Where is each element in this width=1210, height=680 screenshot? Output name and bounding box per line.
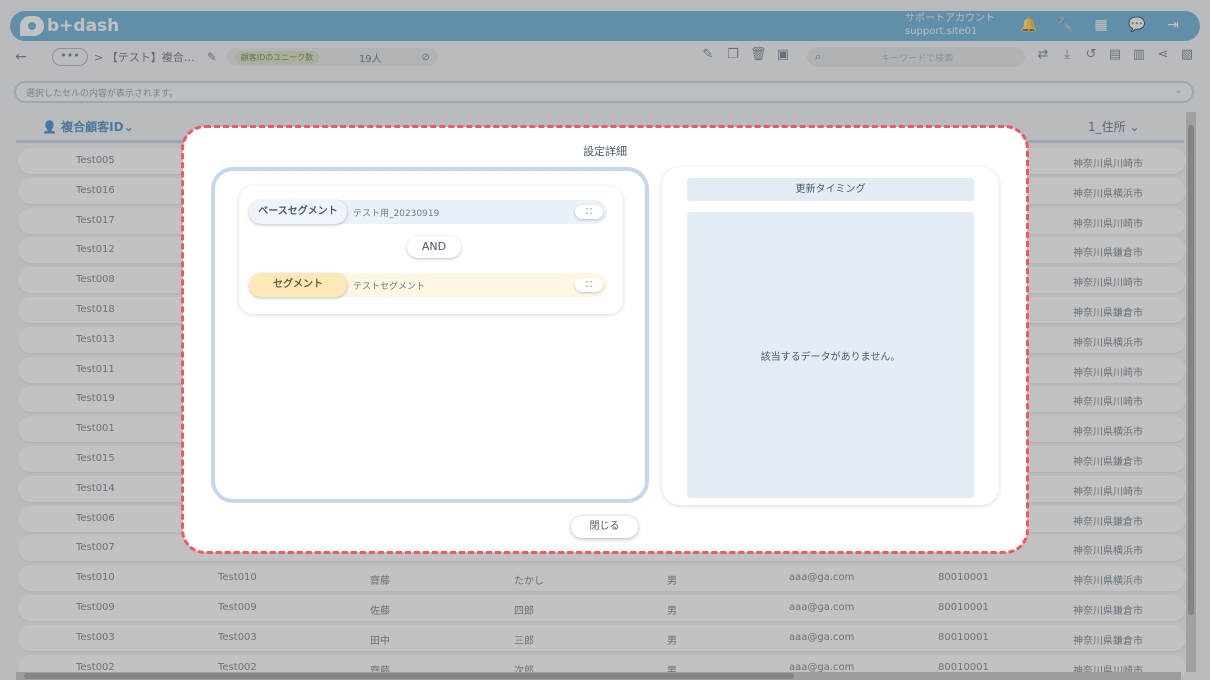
segment-condition-card: ベースセグメント テスト用_20230919 ⛶ AND セグメント テストセグ… xyxy=(239,186,623,314)
segment-value: テストセグメント xyxy=(353,281,426,292)
update-timing-panel: 更新タイミング 該当するデータがありません。 xyxy=(662,167,999,505)
expand-icon[interactable]: ⛶ xyxy=(575,278,603,292)
base-segment-label: ベースセグメント xyxy=(249,200,347,224)
segment-row: セグメント テストセグメント ⛶ xyxy=(249,273,607,297)
update-timing-list: 該当するデータがありません。 xyxy=(687,212,974,498)
segment-condition-panel: ベースセグメント テスト用_20230919 ⛶ AND セグメント テストセグ… xyxy=(211,167,649,503)
segment-label: セグメント xyxy=(249,273,347,297)
update-timing-header: 更新タイミング xyxy=(687,178,974,201)
close-button[interactable]: 閉じる xyxy=(571,516,638,538)
base-segment-value: テスト用_20230919 xyxy=(353,208,440,219)
expand-icon[interactable]: ⛶ xyxy=(575,205,603,219)
base-segment-row: ベースセグメント テスト用_20230919 ⛶ xyxy=(249,200,607,224)
modal-title: 設定詳細 xyxy=(583,145,627,158)
empty-message: 該当するデータがありません。 xyxy=(760,352,901,363)
settings-detail-modal: 設定詳細 ベースセグメント テスト用_20230919 ⛶ AND セグメント … xyxy=(181,125,1029,554)
and-operator-badge: AND xyxy=(407,236,461,258)
